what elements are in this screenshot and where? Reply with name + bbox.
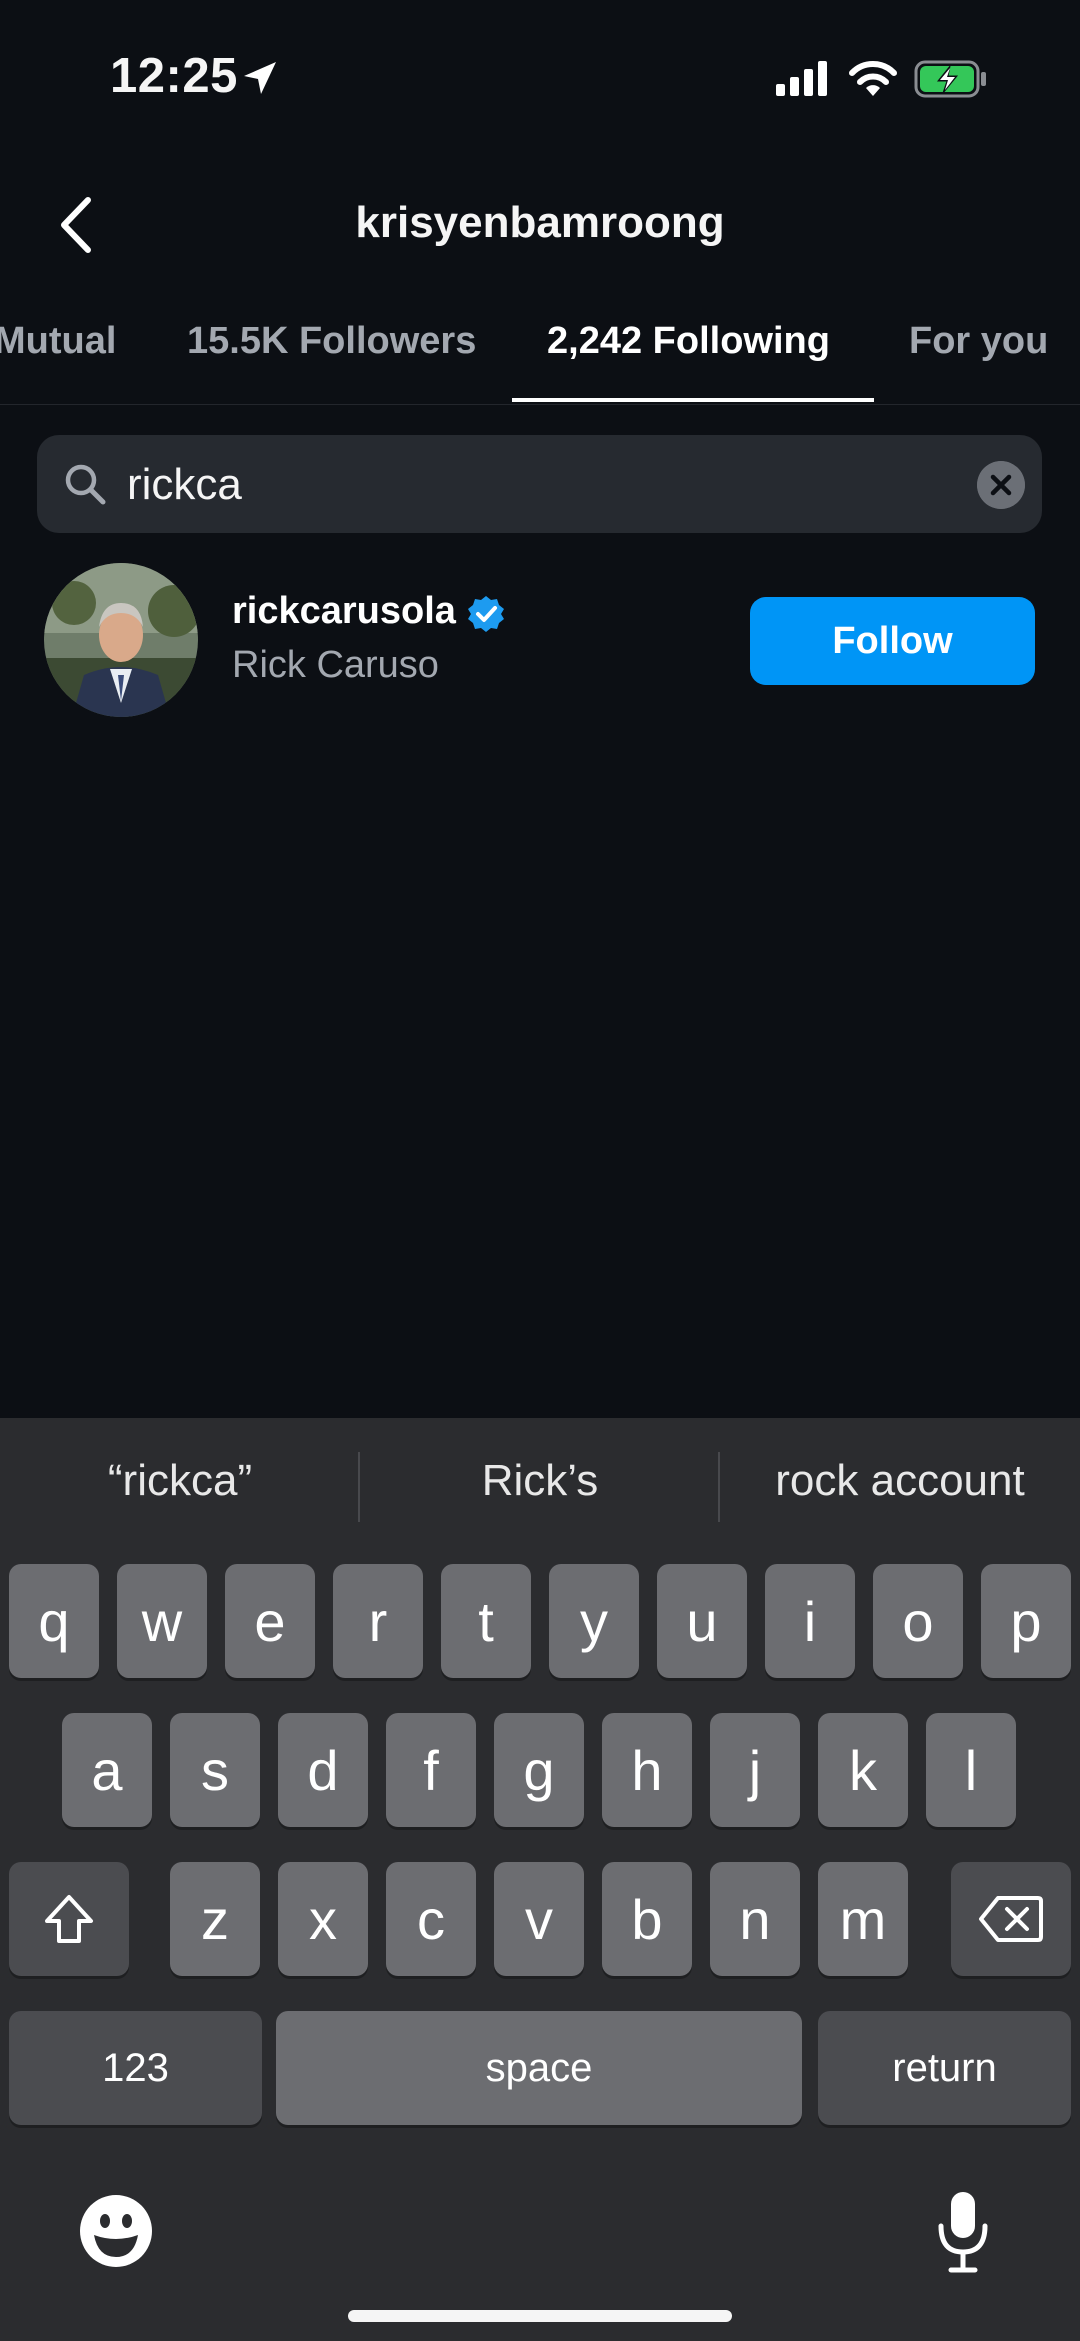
status-time: 12:25 <box>110 49 238 103</box>
location-arrow-icon <box>244 62 276 94</box>
key-c[interactable]: c <box>386 1862 476 1976</box>
suggestion-1[interactable]: “rickca” <box>10 1456 350 1506</box>
shift-icon <box>45 1895 93 1943</box>
cellular-signal-icon <box>776 61 827 96</box>
return-key[interactable]: return <box>818 2011 1071 2125</box>
key-g[interactable]: g <box>494 1713 584 1827</box>
microphone-icon[interactable] <box>935 2188 991 2276</box>
backspace-key[interactable] <box>951 1862 1071 1976</box>
result-username[interactable]: rickcarusola <box>232 590 456 633</box>
key-s[interactable]: s <box>170 1713 260 1827</box>
key-w[interactable]: w <box>117 1564 207 1678</box>
key-t[interactable]: t <box>441 1564 531 1678</box>
key-u[interactable]: u <box>657 1564 747 1678</box>
suggestion-2[interactable]: Rick’s <box>370 1456 710 1506</box>
key-d[interactable]: d <box>278 1713 368 1827</box>
space-key[interactable]: space <box>276 2011 802 2125</box>
key-x[interactable]: x <box>278 1862 368 1976</box>
key-z[interactable]: z <box>170 1862 260 1976</box>
follow-button[interactable]: Follow <box>750 597 1035 685</box>
suggestion-3[interactable]: rock account <box>730 1456 1070 1506</box>
emoji-icon[interactable] <box>78 2193 154 2269</box>
key-p[interactable]: p <box>981 1564 1071 1678</box>
suggestion-divider <box>718 1452 720 1522</box>
tab-followers[interactable]: 15.5K Followers <box>187 320 476 363</box>
tab-bar: Mutual 15.5K Followers 2,242 Following F… <box>0 310 1080 405</box>
shift-key[interactable] <box>9 1862 129 1976</box>
verified-badge-icon <box>468 596 504 632</box>
key-k[interactable]: k <box>818 1713 908 1827</box>
tab-following[interactable]: 2,242 Following <box>547 320 830 363</box>
clear-icon[interactable] <box>977 461 1025 509</box>
page-title: krisyenbamroong <box>355 198 725 247</box>
key-j[interactable]: j <box>710 1713 800 1827</box>
key-e[interactable]: e <box>225 1564 315 1678</box>
home-indicator[interactable] <box>348 2310 732 2322</box>
key-a[interactable]: a <box>62 1713 152 1827</box>
battery-charging-icon <box>914 60 986 98</box>
key-h[interactable]: h <box>602 1713 692 1827</box>
search-icon <box>65 464 106 505</box>
tab-for-you[interactable]: For you <box>909 320 1048 363</box>
backspace-icon <box>979 1896 1043 1942</box>
tab-mutual[interactable]: Mutual <box>0 320 116 363</box>
key-m[interactable]: m <box>818 1862 908 1976</box>
search-bar <box>37 435 1042 533</box>
key-r[interactable]: r <box>333 1564 423 1678</box>
result-full-name: Rick Caruso <box>232 644 439 686</box>
key-f[interactable]: f <box>386 1713 476 1827</box>
suggestion-divider <box>358 1452 360 1522</box>
avatar[interactable] <box>44 563 198 717</box>
search-input[interactable] <box>125 453 989 517</box>
key-l[interactable]: l <box>926 1713 1016 1827</box>
key-v[interactable]: v <box>494 1862 584 1976</box>
keyboard: “rickca” Rick’s rock account q w e r t y… <box>0 1418 1080 2341</box>
key-b[interactable]: b <box>602 1862 692 1976</box>
key-o[interactable]: o <box>873 1564 963 1678</box>
key-y[interactable]: y <box>549 1564 639 1678</box>
key-n[interactable]: n <box>710 1862 800 1976</box>
key-q[interactable]: q <box>9 1564 99 1678</box>
key-i[interactable]: i <box>765 1564 855 1678</box>
wifi-icon <box>849 61 897 96</box>
numbers-key[interactable]: 123 <box>9 2011 262 2125</box>
active-tab-indicator <box>512 398 874 402</box>
